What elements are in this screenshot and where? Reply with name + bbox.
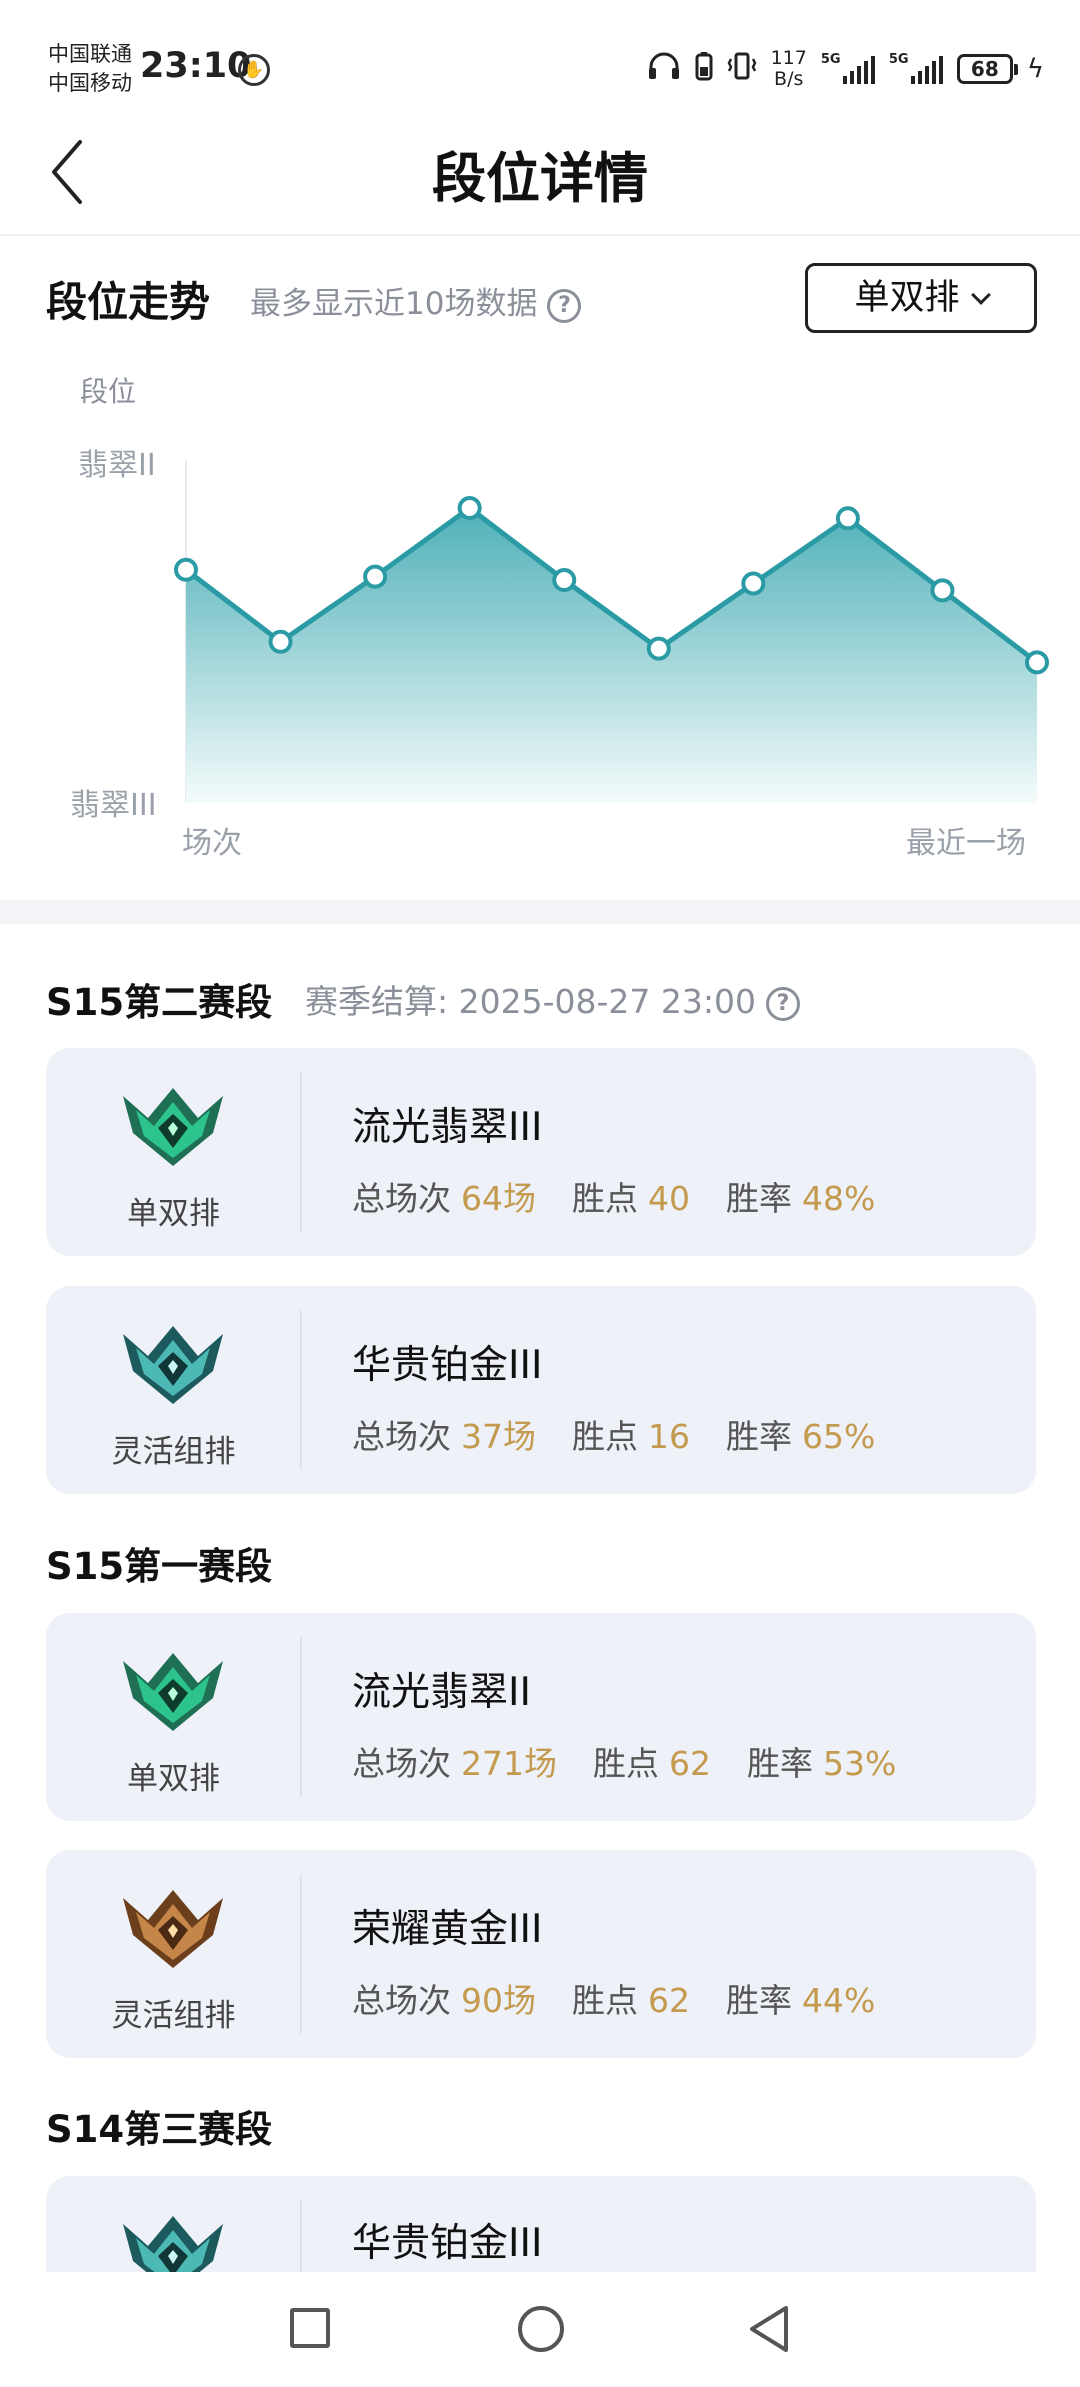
chart-point-10 — [1025, 650, 1049, 675]
signal-1-icon: 5G — [821, 52, 875, 84]
chart-point-7 — [741, 571, 766, 596]
battery-icon: 68 — [956, 54, 1018, 84]
app-header: 段位详情 — [0, 110, 1080, 236]
win-rate: 48% — [802, 1179, 876, 1218]
queue-label: 灵活组排 — [111, 1434, 236, 1470]
emerald-emblem-icon — [123, 1088, 223, 1166]
chart-y-label: 段位 — [80, 375, 137, 408]
gesture-hand-icon: ✋ — [238, 54, 270, 86]
queue-label: 灵活组排 — [111, 1998, 236, 2034]
season-title: S14第三赛段 — [46, 2108, 273, 2151]
rank-trend-section: 段位走势 最多显示近10场数据? 单双排 段位 翡翠II 翡翠III 场次 最近… — [0, 238, 1080, 900]
status-icons: 117 B/s 5G 5G 68 ϟ — [647, 44, 1044, 94]
carrier-2: 中国移动 — [48, 71, 132, 95]
charging-icon: ϟ — [1026, 54, 1044, 84]
chart-x-start-label: 场次 — [182, 826, 242, 861]
league-points: 62 — [648, 1981, 690, 2020]
vibrate-icon — [727, 51, 757, 87]
league-points: 40 — [648, 1179, 690, 1218]
help-icon[interactable]: ? — [765, 986, 800, 1021]
rank-card[interactable]: 灵活组排 荣耀黄金III 总场次 90场 胜点 62 胜率 44% — [46, 1850, 1036, 2058]
rank-stats: 总场次 37场 胜点 16 胜率 65% — [352, 1417, 876, 1456]
emerald-emblem-icon — [123, 1653, 223, 1731]
system-nav-bar — [0, 2272, 1080, 2387]
rank-stats: 总场次 271场 胜点 62 胜率 53% — [352, 1744, 897, 1783]
card-divider — [300, 1310, 302, 1470]
chart-area-fill — [186, 508, 1037, 803]
section-divider — [0, 900, 1080, 924]
status-bar: 中国联通 中国移动 23:10 ✋ 117 B/s 5G 5G 68 ϟ — [0, 0, 1080, 110]
chart-point-1 — [174, 557, 198, 582]
rank-card[interactable]: 灵活组排 华贵铂金III 总场次 37场 胜点 16 胜率 65% — [46, 1286, 1036, 1494]
device-battery-icon — [695, 51, 713, 87]
total-games: 37场 — [461, 1417, 536, 1456]
total-games: 90场 — [461, 1981, 536, 2020]
queue-type-label: 单双排 — [854, 278, 960, 318]
rank-name: 荣耀黄金III — [352, 1907, 543, 1952]
total-games: 271场 — [461, 1744, 557, 1783]
queue-type-dropdown[interactable]: 单双排 — [805, 263, 1037, 333]
league-points: 62 — [669, 1744, 711, 1783]
total-games: 64场 — [461, 1179, 536, 1218]
chart-point-5 — [552, 568, 577, 593]
card-divider — [300, 1072, 302, 1232]
system-back-button[interactable] — [746, 2302, 792, 2356]
card-divider — [300, 1874, 302, 2034]
chart-point-8 — [835, 506, 860, 531]
headphones-icon — [647, 51, 681, 87]
rank-trend-chart — [174, 460, 1049, 803]
page-title: 段位详情 — [432, 147, 648, 210]
season-settlement-note: 赛季结算: 2025-08-27 23:00? — [305, 975, 800, 1023]
league-points: 16 — [648, 1417, 690, 1456]
help-icon[interactable]: ? — [547, 288, 582, 323]
rank-card[interactable]: 单双排 流光翡翠II 总场次 271场 胜点 62 胜率 53% — [46, 1613, 1036, 1821]
card-divider — [300, 1637, 302, 1797]
chart-point-4 — [457, 496, 482, 521]
chart-point-6 — [646, 636, 671, 661]
gold-emblem-icon — [123, 1890, 223, 1968]
chevron-down-icon — [970, 285, 991, 305]
rank-name: 流光翡翠II — [352, 1670, 532, 1715]
recent-apps-button[interactable] — [290, 2308, 330, 2348]
queue-label: 单双排 — [127, 1196, 220, 1232]
trend-title: 段位走势 — [46, 278, 210, 326]
win-rate: 65% — [802, 1417, 876, 1456]
queue-label: 单双排 — [127, 1761, 220, 1797]
rank-stats: 总场次 64场 胜点 40 胜率 48% — [352, 1179, 876, 1218]
carrier-1: 中国联通 — [48, 42, 132, 66]
carrier-info: 中国联通 中国移动 — [48, 40, 132, 98]
home-button[interactable] — [518, 2306, 564, 2352]
chart-y-tick-bottom: 翡翠III — [70, 788, 157, 823]
win-rate: 44% — [802, 1981, 876, 2020]
rank-name: 华贵铂金III — [352, 1343, 543, 1388]
rank-name: 流光翡翠III — [352, 1105, 543, 1150]
rank-card[interactable]: 单双排 流光翡翠III 总场次 64场 胜点 40 胜率 48% — [46, 1048, 1036, 1256]
status-time: 23:10 — [140, 46, 252, 86]
chart-point-2 — [268, 629, 293, 654]
rank-name: 华贵铂金III — [352, 2221, 543, 2266]
win-rate: 53% — [823, 1744, 897, 1783]
platinum-emblem-icon — [123, 1326, 223, 1404]
season-title: S15第二赛段 — [46, 981, 273, 1024]
chart-point-9 — [930, 578, 955, 603]
chart-point-3 — [363, 564, 388, 589]
chart-x-end-label: 最近一场 — [906, 826, 1026, 861]
signal-2-icon: 5G — [889, 52, 943, 84]
chart-y-tick-top: 翡翠II — [78, 448, 156, 483]
net-speed: 117 B/s — [770, 47, 807, 90]
trend-subtitle: 最多显示近10场数据? — [250, 278, 582, 323]
rank-stats: 总场次 90场 胜点 62 胜率 44% — [352, 1981, 876, 2020]
season-title: S15第一赛段 — [46, 1545, 273, 1588]
